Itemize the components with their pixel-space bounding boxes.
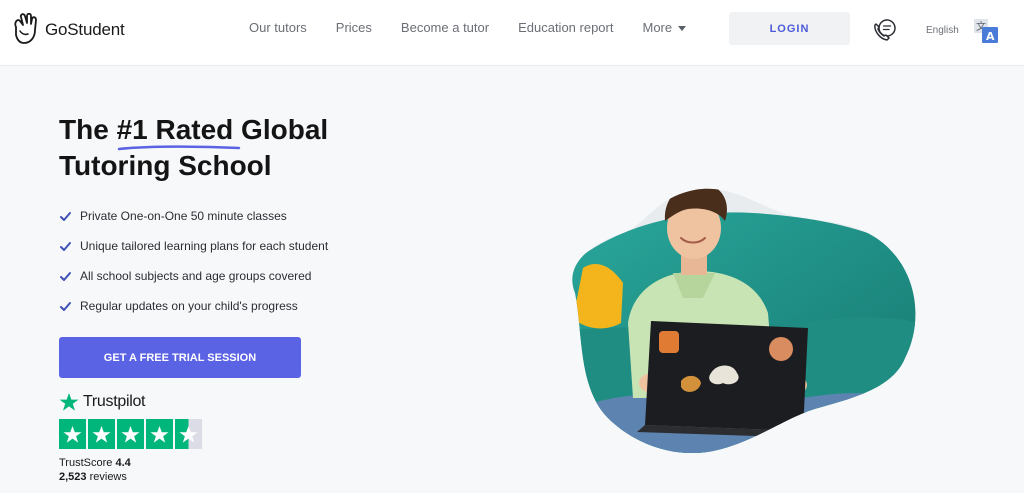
trustpilot-star-icon (59, 393, 79, 411)
site-header: GoStudent Our tutors Prices Become a tut… (0, 0, 1024, 66)
trustpilot-name: Trustpilot (83, 393, 146, 410)
trustpilot-rating (59, 419, 202, 449)
hero-title: The #1 Rated Global Tutoring School (59, 112, 328, 184)
feature-text: Regular updates on your child's progress (80, 299, 298, 313)
language-label[interactable]: English (926, 25, 959, 36)
star-icon (121, 425, 140, 443)
hero-title-highlight-text: #1 Rated (116, 114, 234, 145)
underline-swoosh-icon (117, 145, 240, 151)
trustpilot-brand[interactable]: Trustpilot (59, 392, 146, 412)
feature-text: All school subjects and age groups cover… (80, 269, 312, 283)
trust-score-value: 4.4 (115, 457, 131, 469)
star-icon (150, 425, 169, 443)
list-item: Unique tailored learning plans for each … (59, 231, 328, 261)
rating-star (59, 419, 86, 449)
feature-list: Private One-on-One 50 minute classes Uni… (59, 201, 328, 321)
hero-title-highlight: #1 Rated (116, 112, 240, 151)
rating-star-half (175, 419, 202, 449)
check-icon (60, 241, 71, 251)
rating-star (88, 419, 115, 449)
hero-student-photo (572, 188, 916, 453)
nav-more-label: More (642, 20, 673, 35)
login-button[interactable]: LOGIN (729, 12, 850, 45)
list-item: Private One-on-One 50 minute classes (59, 201, 328, 231)
hero-title-prefix: The (59, 114, 117, 145)
trust-score: TrustScore 4.4 (59, 457, 131, 469)
rating-star (117, 419, 144, 449)
hero-title-line2: Tutoring School (59, 150, 272, 181)
nav-prices[interactable]: Prices (336, 20, 372, 35)
star-half-icon (179, 425, 198, 443)
nav-become-a-tutor[interactable]: Become a tutor (401, 20, 489, 35)
main-nav: Our tutors Prices Become a tutor Educati… (249, 20, 715, 35)
phone-chat-icon[interactable] (872, 17, 898, 43)
check-icon (60, 301, 71, 311)
hero-title-suffix: Global (233, 114, 329, 145)
nav-our-tutors[interactable]: Our tutors (249, 20, 307, 35)
brand-logo[interactable]: GoStudent (11, 13, 125, 47)
check-icon (60, 211, 71, 221)
list-item: All school subjects and age groups cover… (59, 261, 328, 291)
feature-text: Private One-on-One 50 minute classes (80, 209, 287, 223)
nav-education-report[interactable]: Education report (518, 20, 613, 35)
trust-score-label: TrustScore (59, 457, 113, 469)
caret-down-icon (678, 25, 687, 31)
list-item: Regular updates on your child's progress (59, 291, 328, 321)
check-icon (60, 271, 71, 281)
free-trial-button[interactable]: GET A FREE TRIAL SESSION (59, 337, 301, 378)
star-icon (63, 425, 82, 443)
feature-text: Unique tailored learning plans for each … (80, 239, 329, 253)
svg-text:A: A (986, 30, 995, 43)
hand-wave-icon (14, 13, 37, 44)
review-count-value: 2,523 (59, 471, 87, 483)
review-count[interactable]: 2,523 reviews (59, 471, 127, 483)
translate-icon[interactable]: 文 A (973, 18, 999, 44)
nav-more-dropdown[interactable]: More (642, 20, 687, 35)
rating-star (146, 419, 173, 449)
star-icon (92, 425, 111, 443)
review-count-label: reviews (89, 471, 127, 483)
brand-name: GoStudent (45, 20, 125, 39)
